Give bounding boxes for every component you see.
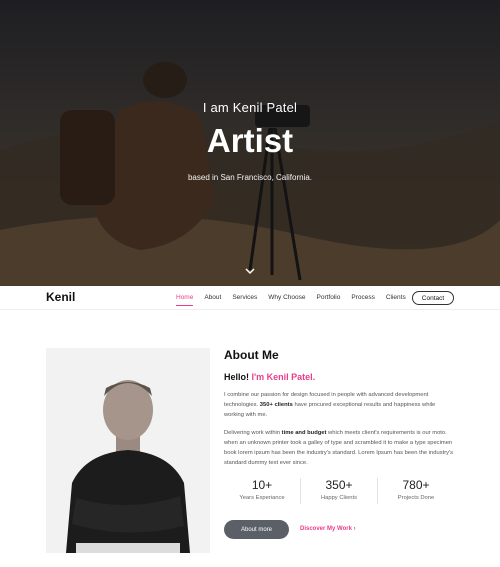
portrait-image [46, 348, 210, 553]
nav-menu: Home About Services Why Choose Portfolio… [176, 286, 417, 310]
hero-title: Artist [206, 122, 294, 159]
stat-projects: 780+ Projects Done [378, 478, 454, 504]
stat-number: 10+ [251, 478, 273, 492]
p2-bold-text: time and budget [281, 430, 327, 436]
stat-label: Years Experiance [239, 495, 285, 501]
about-paragraph-1: I combine our passion for design focused… [224, 390, 454, 420]
hello-name: I'm Kenil Patel. [251, 372, 316, 382]
hero-subtitle: based in San Francisco, California. [187, 173, 313, 182]
stat-number: 780+ [402, 478, 430, 492]
navbar: Kenil Home About Services Why Choose Por… [0, 286, 500, 310]
stat-number: 350+ [325, 478, 353, 492]
about-section: About Me Hello! I'm Kenil Patel. I combi… [224, 348, 454, 468]
stat-years: 10+ Years Experiance [224, 478, 301, 504]
hello-prefix: Hello! [224, 372, 252, 382]
stat-clients: 350+ Happy Clients [301, 478, 378, 504]
p1-bold-text: 350+ clients [259, 402, 293, 408]
about-more-button[interactable]: About more [224, 520, 289, 539]
nav-item-why-choose[interactable]: Why Choose [268, 286, 305, 310]
brand-logo[interactable]: Kenil [46, 290, 75, 304]
discover-label: Discover My Work [300, 526, 352, 532]
hero-content: I am Kenil Patel Artist based in San Fra… [0, 100, 500, 182]
about-portrait-photo [46, 348, 210, 553]
about-title: About Me [224, 348, 279, 362]
p2-text-start: Delivering work within [224, 430, 282, 436]
chevron-down-icon[interactable] [244, 266, 256, 276]
contact-button[interactable]: Contact [412, 291, 454, 305]
nav-item-portfolio[interactable]: Portfolio [317, 286, 341, 310]
stat-label: Happy Clients [320, 495, 358, 501]
nav-item-home[interactable]: Home [176, 286, 194, 310]
chevron-right-icon: › [353, 526, 356, 532]
nav-item-about[interactable]: About [204, 286, 221, 310]
discover-my-work-link[interactable]: Discover My Work › [300, 524, 356, 535]
about-hello: Hello! I'm Kenil Patel. [224, 372, 454, 382]
hero-section: I am Kenil Patel Artist based in San Fra… [0, 0, 500, 286]
stat-label: Projects Done [397, 495, 435, 501]
about-paragraph-2: Delivering work within time and budget w… [224, 428, 454, 468]
nav-item-services[interactable]: Services [232, 286, 257, 310]
hero-intro: I am Kenil Patel [202, 100, 298, 115]
stats-row: 10+ Years Experiance 350+ Happy Clients … [224, 478, 454, 504]
nav-item-clients[interactable]: Clients [386, 286, 406, 310]
nav-item-process[interactable]: Process [351, 286, 374, 310]
